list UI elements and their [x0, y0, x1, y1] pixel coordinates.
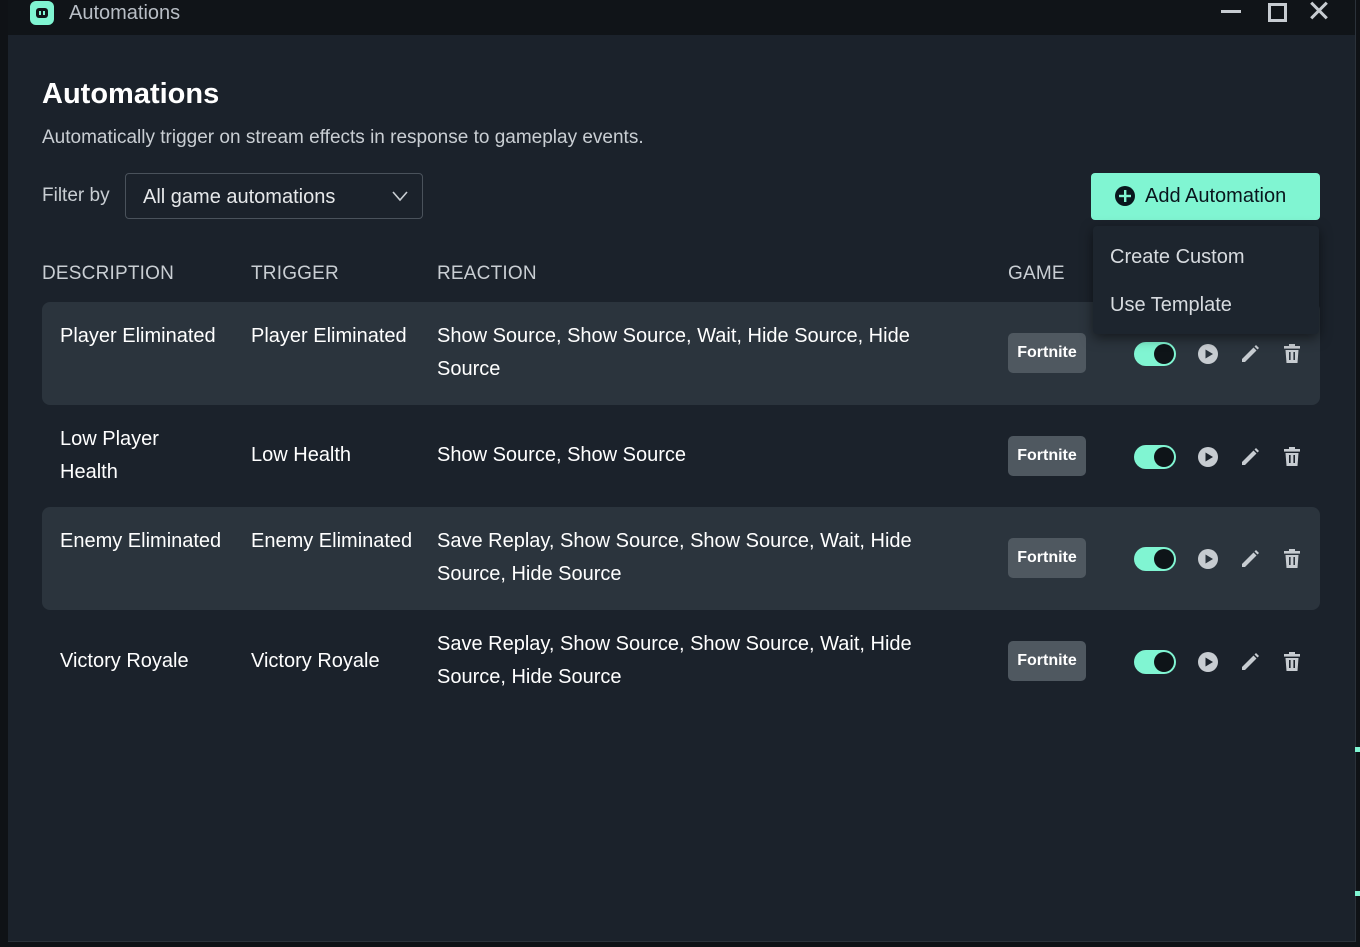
menu-item-use-template[interactable]: Use Template: [1110, 294, 1232, 317]
title-bar[interactable]: Automations: [8, 0, 1355, 35]
row-reaction: Show Source, Show Source: [437, 444, 687, 466]
enabled-toggle[interactable]: [1134, 342, 1176, 366]
pencil-icon[interactable]: [1239, 651, 1261, 673]
row-description: Victory Royale: [60, 650, 189, 672]
page-title: Automations: [42, 78, 220, 110]
pencil-icon[interactable]: [1239, 343, 1261, 365]
add-automation-button[interactable]: Add Automation: [1091, 173, 1320, 220]
row-trigger: Player Eliminated: [251, 325, 407, 347]
play-icon[interactable]: [1197, 343, 1219, 365]
table-row[interactable]: Victory Royale Victory Royale Save Repla…: [42, 610, 1320, 713]
minimize-icon[interactable]: [1210, 0, 1250, 26]
plus-circle-icon: [1115, 186, 1135, 206]
column-header-reaction: REACTION: [437, 263, 537, 284]
row-description: Enemy Eliminated: [60, 530, 222, 552]
table-row[interactable]: Enemy Eliminated Enemy Eliminated Save R…: [42, 507, 1320, 610]
page-subtitle: Automatically trigger on stream effects …: [42, 127, 644, 148]
play-icon[interactable]: [1197, 446, 1219, 468]
filter-selected-value: All game automations: [143, 186, 336, 208]
row-description: Low Player Health: [60, 428, 159, 483]
pencil-icon[interactable]: [1239, 446, 1261, 468]
filter-label: Filter by: [42, 185, 110, 206]
column-header-game: GAME: [1008, 263, 1065, 284]
trash-icon[interactable]: [1281, 343, 1303, 365]
close-icon[interactable]: [1300, 0, 1340, 26]
enabled-toggle[interactable]: [1134, 650, 1176, 674]
row-reaction: Show Source, Show Source, Wait, Hide Sou…: [437, 325, 910, 380]
pencil-icon[interactable]: [1239, 548, 1261, 570]
background-edge-accent: [1355, 747, 1360, 752]
menu-item-create-custom[interactable]: Create Custom: [1110, 246, 1245, 269]
trash-icon[interactable]: [1281, 446, 1303, 468]
table-row[interactable]: Low Player Health Low Health Show Source…: [42, 405, 1320, 508]
row-trigger: Enemy Eliminated: [251, 530, 413, 552]
row-trigger: Victory Royale: [251, 650, 380, 672]
game-badge: Fortnite: [1008, 436, 1086, 476]
play-icon[interactable]: [1197, 548, 1219, 570]
automations-window: Automations Automations Automatically tr…: [8, 0, 1356, 942]
add-automation-label: Add Automation: [1145, 185, 1287, 207]
background-edge-accent: [1355, 891, 1360, 896]
row-trigger: Low Health: [251, 444, 352, 466]
game-badge: Fortnite: [1008, 538, 1086, 578]
filter-dropdown[interactable]: All game automations: [125, 173, 423, 219]
add-automation-menu: Create Custom Use Template: [1093, 226, 1319, 334]
app-logo-icon: [30, 1, 54, 25]
chevron-down-icon: [392, 191, 408, 202]
row-reaction: Save Replay, Show Source, Show Source, W…: [437, 633, 912, 688]
enabled-toggle[interactable]: [1134, 445, 1176, 469]
game-badge: Fortnite: [1008, 333, 1086, 373]
enabled-toggle[interactable]: [1134, 547, 1176, 571]
window-title: Automations: [69, 2, 181, 24]
trash-icon[interactable]: [1281, 548, 1303, 570]
game-badge: Fortnite: [1008, 641, 1086, 681]
row-description: Player Eliminated: [60, 325, 216, 347]
row-reaction: Save Replay, Show Source, Show Source, W…: [437, 530, 912, 585]
column-header-description: DESCRIPTION: [42, 263, 175, 284]
play-icon[interactable]: [1197, 651, 1219, 673]
column-header-trigger: TRIGGER: [251, 263, 339, 284]
maximize-icon[interactable]: [1256, 0, 1296, 26]
trash-icon[interactable]: [1281, 651, 1303, 673]
